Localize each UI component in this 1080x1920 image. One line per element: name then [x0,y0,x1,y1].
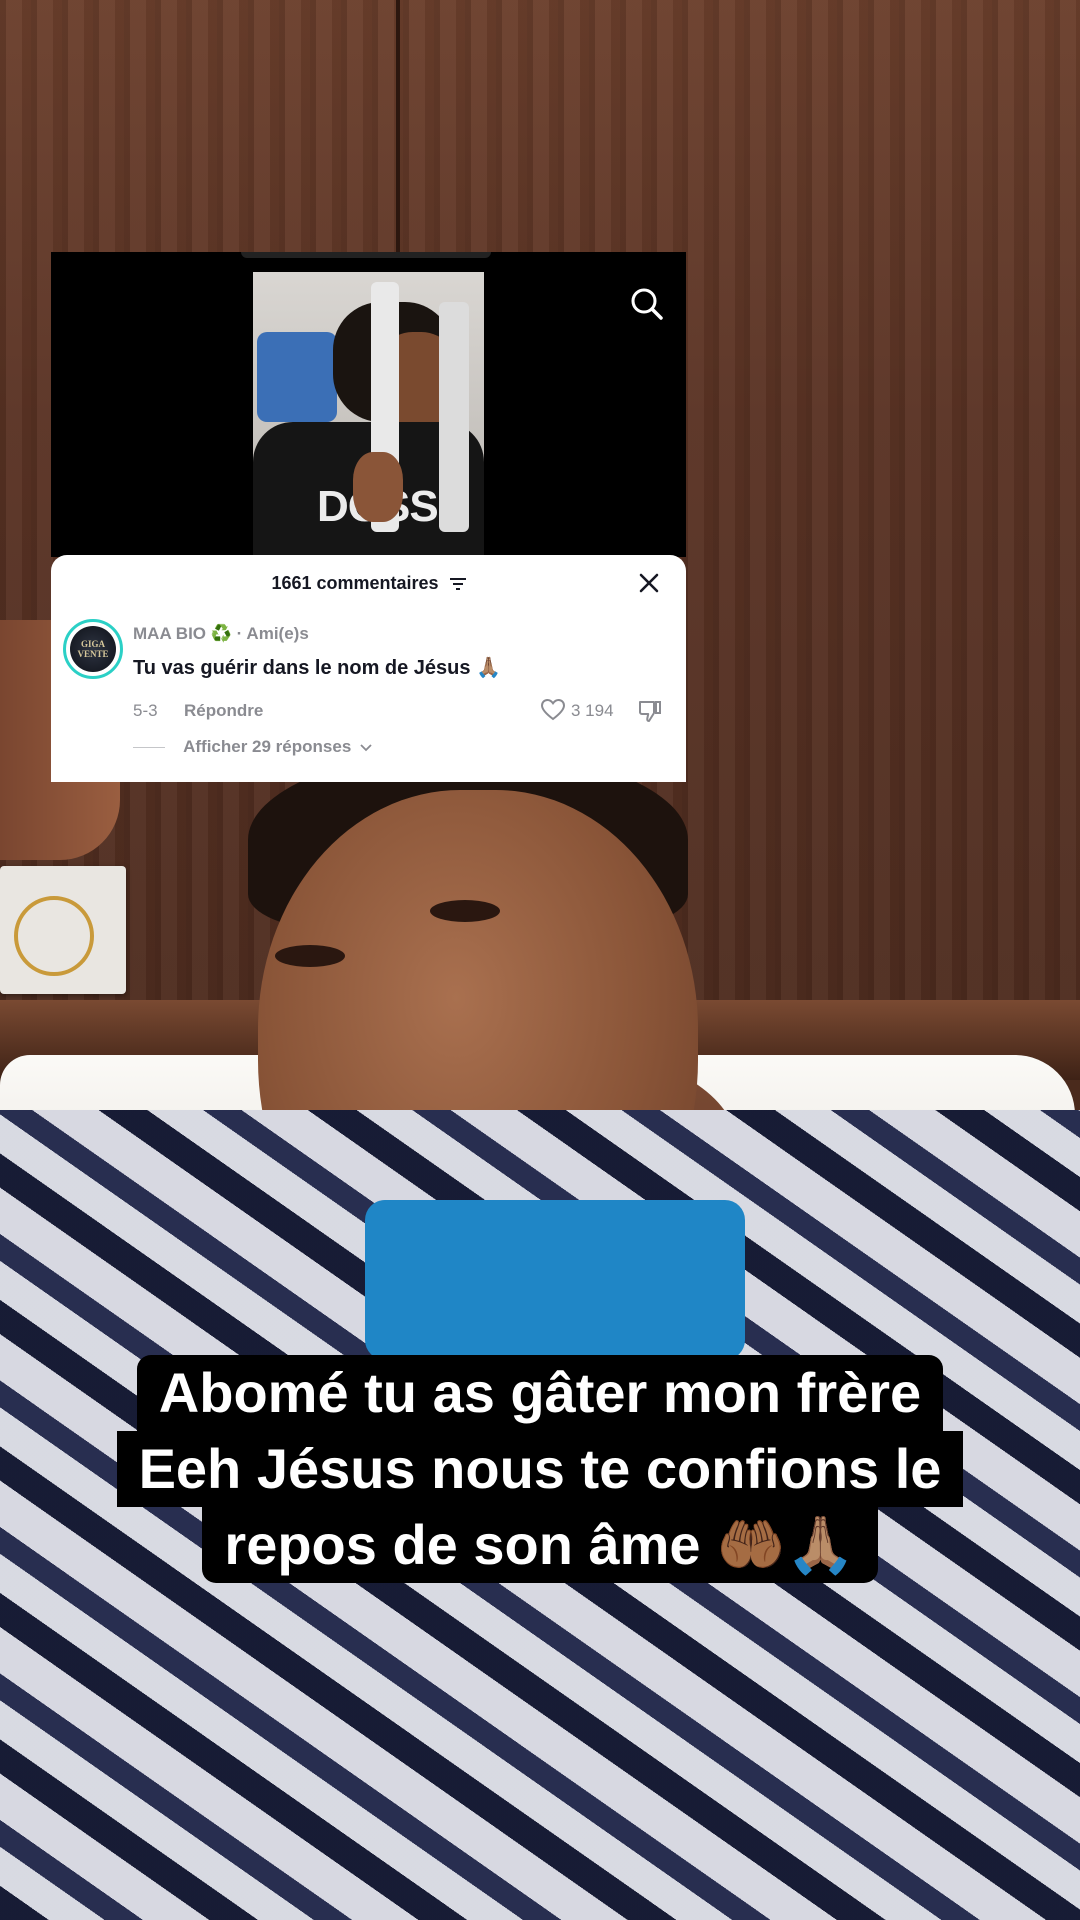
comments-header[interactable]: 1661 commentaires [51,573,686,594]
like-button[interactable]: 3 194 [541,698,631,724]
reply-button[interactable]: Répondre [184,701,263,721]
view-replies-label: Afficher 29 réponses [183,737,352,756]
caption-line-2: Eeh Jésus nous te confions le [116,1431,964,1507]
video-caption: Abomé tu as gâter mon frère Eeh Jésus no… [0,1355,1080,1583]
view-replies-button[interactable]: Afficher 29 réponses [133,737,372,757]
blue-undershirt [365,1200,745,1360]
avatar-image: GIGA VENTE [70,626,116,672]
thumbnail-eye-machine-2 [439,302,469,532]
sort-icon[interactable] [449,578,466,591]
search-icon[interactable] [629,286,665,322]
comment-date: 5-3 [133,701,158,720]
dislike-icon[interactable] [637,698,663,724]
thumbnail-chair [257,332,337,422]
caption-line-1: Abomé tu as gâter mon frère [136,1355,944,1431]
recycle-badge-icon: ♻️ [210,624,232,643]
video-thumbnail[interactable]: DOSSE [253,272,484,557]
top-notch [241,252,491,258]
comment-author-row[interactable]: MAA BIO ♻️ · Ami(e)s [133,624,309,644]
heart-icon [541,699,565,721]
username[interactable]: MAA BIO [133,624,206,643]
switch-ring [14,896,94,976]
left-eye [275,945,345,967]
avatar[interactable]: GIGA VENTE [63,619,123,679]
caption-line-3: repos de son âme 🤲🏾🙏🏽 [202,1507,878,1583]
green-screen-inset: DOSSE 1661 commentaires [51,252,686,782]
video-area[interactable]: DOSSE [51,252,686,557]
comments-count-title: 1661 commentaires [271,573,439,593]
avatar-logo-text: GIGA VENTE [77,639,109,659]
close-icon[interactable] [637,571,661,595]
comment-text: Tu vas guérir dans le nom de Jésus 🙏🏽 [133,657,501,679]
comments-panel: 1661 commentaires GIGA VENTE MAA BIO ♻️ … [51,555,686,782]
wall-light-switch [0,866,126,994]
replies-divider [133,747,165,749]
wall-seam [396,0,400,260]
friends-label: · Ami(e)s [236,624,309,643]
chevron-down-icon [360,743,372,751]
right-eye [430,900,500,922]
like-count: 3 194 [571,701,614,720]
thumbnail-hand [353,452,403,522]
